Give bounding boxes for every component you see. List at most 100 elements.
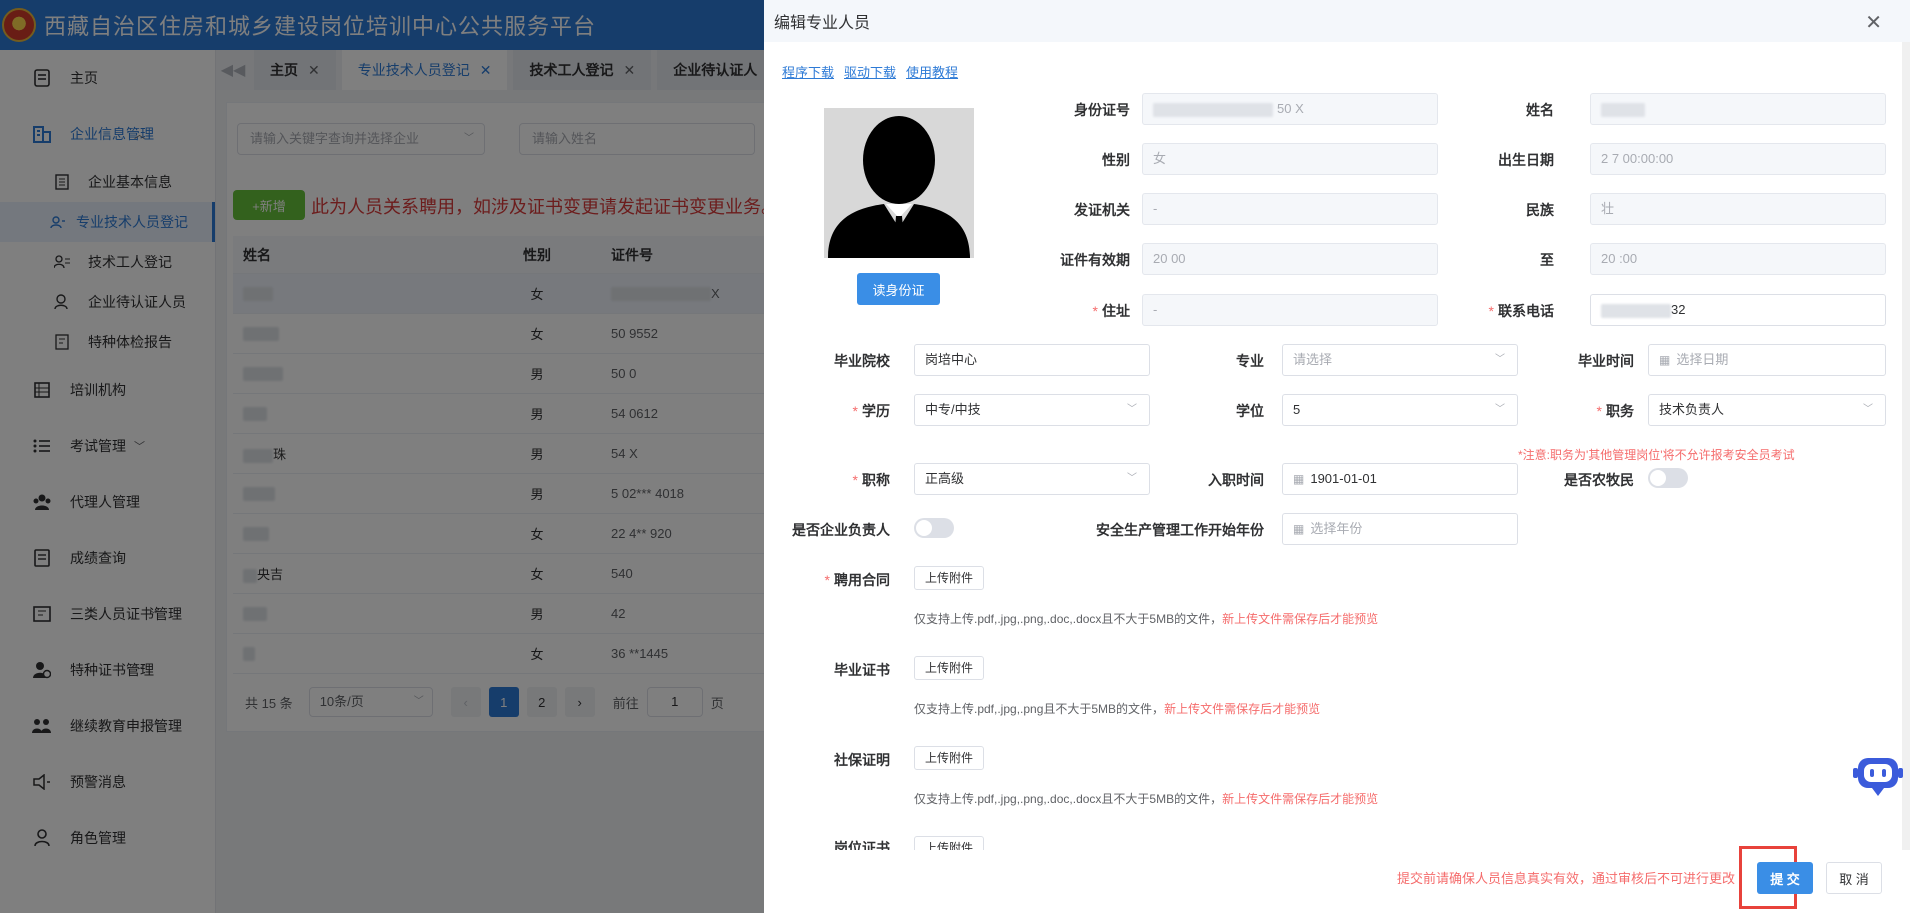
chevron-down-icon: ﹀ [1127,473,1137,484]
label-contract-text: 聘用合同 [834,572,890,588]
label-social: 社保证明 [834,752,890,768]
id-number-value: 50 X [1277,101,1304,116]
farmer-toggle[interactable] [1648,468,1688,488]
position-warning: *注意:职务为'其他管理岗位'将不允许报考安全员考试 [1518,448,1795,462]
calendar-icon: ▦ [1293,472,1305,486]
label-address-text: 住址 [1102,303,1130,319]
chatbot-icon[interactable] [1852,754,1904,798]
dialog-scrollbar[interactable] [1902,42,1910,850]
label-name: 姓名 [1526,102,1554,118]
major-select[interactable]: 请选择 ﹀ [1282,344,1518,376]
submit-button[interactable]: 提 交 [1757,862,1813,894]
label-major: 专业 [1236,353,1264,369]
birth-date-value: 2 7 00:00:00 [1601,151,1674,166]
valid-to-value: 20 :00 [1601,251,1638,266]
label-education-text: 学历 [862,403,890,419]
label-diploma: 毕业证书 [834,662,890,678]
upload-diploma-button[interactable]: 上传附件 [914,656,985,680]
label-is-leader: 是否企业负责人 [792,522,890,538]
social-hint: 仅支持上传.pdf,.jpg,.png,.doc,.docx且不大于5MB的文件… [914,790,1378,807]
id-number-field: 50 X [1142,93,1438,125]
dialog-header: 编辑专业人员 ✕ [764,0,1910,42]
label-title-rank-text: 职称 [862,472,890,488]
chevron-down-icon: ﹀ [1495,404,1505,415]
post-cert-row: 岗位证书 上传附件 [764,834,1902,850]
phone-value: 32 [1671,302,1686,317]
phone-input[interactable]: 32 [1590,294,1886,326]
label-phone: * 联系电话 [1488,303,1554,319]
label-position-text: 职务 [1606,403,1634,419]
submit-notice: 提交前请确保人员信息真实有效，通过审核后不可进行更改 [1397,871,1736,886]
label-position: * 职务 [1596,403,1634,419]
label-address: * 住址 [1092,303,1130,319]
major-placeholder: 请选择 [1293,352,1333,367]
contract-hint: 仅支持上传.pdf,.jpg,.png,.doc,.docx且不大于5MB的文件… [914,610,1378,627]
avatar [824,108,974,258]
label-safety-year: 安全生产管理工作开始年份 [1096,522,1264,538]
dialog-title: 编辑专业人员 [774,15,871,32]
issuer-field: - [1142,193,1438,225]
hint-preview-note: 新上传文件需保存后才能预览 [1222,792,1379,806]
label-grad-time: 毕业时间 [1578,353,1634,369]
birth-date-field: 2 7 00:00:00 [1590,143,1886,175]
label-post-cert: 岗位证书 [834,840,890,850]
label-issuer: 发证机关 [1074,202,1130,218]
upload-post-cert-button[interactable]: 上传附件 [914,836,985,850]
chevron-down-icon: ﹀ [1863,404,1873,415]
download-links: 程序下载 驱动下载 使用教程 [782,62,958,81]
safety-year-placeholder: 选择年份 [1310,521,1363,536]
upload-contract-button[interactable]: 上传附件 [914,566,985,590]
position-select[interactable]: 技术负责人 ﹀ [1648,394,1886,426]
school-input[interactable]: 岗培中心 [914,344,1150,376]
hint-text: 仅支持上传.pdf,.jpg,.png,.doc,.docx且不大于5MB的文件… [914,792,1223,806]
hint-text: 仅支持上传.pdf,.jpg,.png,.doc,.docx且不大于5MB的文件… [914,612,1223,626]
is-leader-toggle[interactable] [914,518,954,538]
label-id-number: 身份证号 [1074,102,1130,118]
title-rank-value: 正高级 [925,471,965,486]
label-valid-from: 证件有效期 [1060,252,1130,268]
label-farmer: 是否农牧民 [1564,472,1634,488]
gender-field: 女 [1142,143,1438,175]
ethnic-field: 壮 [1590,193,1886,225]
label-phone-text: 联系电话 [1498,303,1554,319]
grad-time-picker[interactable]: ▦ 选择日期 [1648,344,1886,376]
label-hire-date: 入职时间 [1208,472,1264,488]
valid-from-field: 20 00 [1142,243,1438,275]
label-valid-to: 至 [1540,252,1554,268]
degree-value: 5 [1293,402,1301,417]
calendar-icon: ▦ [1293,522,1305,536]
program-download-link[interactable]: 程序下载 [782,62,834,81]
label-degree: 学位 [1236,403,1264,419]
hire-date-picker[interactable]: ▦ 1901-01-01 [1282,463,1518,495]
education-select[interactable]: 中专/中技 ﹀ [914,394,1150,426]
safety-year-picker[interactable]: ▦ 选择年份 [1282,513,1518,545]
label-gender: 性别 [1102,152,1130,168]
position-value: 技术负责人 [1659,402,1725,417]
hire-date-value: 1901-01-01 [1310,471,1377,486]
hint-preview-note: 新上传文件需保存后才能预览 [1222,612,1379,626]
label-contract: * 聘用合同 [824,572,890,588]
tutorial-link[interactable]: 使用教程 [906,62,958,81]
diploma-hint: 仅支持上传.pdf,.jpg,.png且不大于5MB的文件，新上传文件需保存后才… [914,700,1320,717]
label-title-rank: * 职称 [852,472,890,488]
driver-download-link[interactable]: 驱动下载 [844,62,896,81]
hint-text: 仅支持上传.pdf,.jpg,.png且不大于5MB的文件， [914,702,1165,716]
label-education: * 学历 [852,403,890,419]
read-id-card-button[interactable]: 读身份证 [857,273,940,305]
address-field: - [1142,294,1438,326]
edit-personnel-dialog: 编辑专业人员 ✕ 程序下载 驱动下载 使用教程 读身份证 身份证号 50 X 姓… [764,0,1910,913]
label-ethnic: 民族 [1526,202,1554,218]
hint-preview-note: 新上传文件需保存后才能预览 [1164,702,1321,716]
cancel-button[interactable]: 取 消 [1826,862,1882,894]
valid-from-value: 20 00 [1153,251,1186,266]
close-icon[interactable]: ✕ [1865,10,1882,35]
grad-time-placeholder: 选择日期 [1676,352,1729,367]
title-rank-select[interactable]: 正高级 ﹀ [914,463,1150,495]
degree-select[interactable]: 5 ﹀ [1282,394,1518,426]
chevron-down-icon: ﹀ [1127,404,1137,415]
label-birth-date: 出生日期 [1498,152,1554,168]
name-field [1590,93,1886,125]
upload-social-button[interactable]: 上传附件 [914,746,985,770]
person-silhouette-icon [828,116,970,258]
valid-to-field: 20 :00 [1590,243,1886,275]
